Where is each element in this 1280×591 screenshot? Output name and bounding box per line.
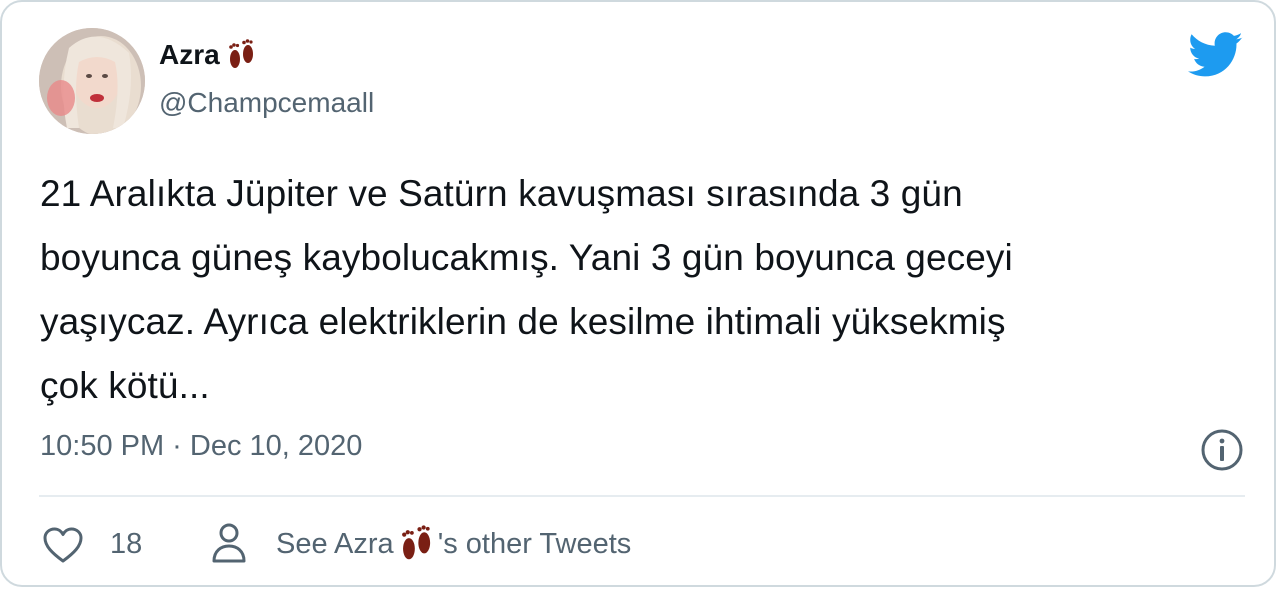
tweet-text-line: çok kötü... bbox=[40, 365, 210, 406]
person-icon[interactable] bbox=[211, 522, 247, 564]
author-name-text: Azra bbox=[159, 39, 220, 70]
tweet-text-line: boyunca güneş kaybolucakmış. Yani 3 gün … bbox=[40, 237, 1013, 278]
info-icon[interactable] bbox=[1200, 428, 1244, 472]
tweet-card: Azra @Champcemaall 21 Aralıkta Jüpiter v… bbox=[0, 0, 1276, 587]
author-display-name[interactable]: Azra bbox=[159, 38, 258, 72]
tweet-text-line: 21 Aralıkta Jüpiter ve Satürn kavuşması … bbox=[40, 173, 963, 214]
footprints-icon bbox=[401, 525, 430, 560]
tweet-text: 21 Aralıkta Jüpiter ve Satürn kavuşması … bbox=[40, 162, 1240, 418]
like-count[interactable]: 18 bbox=[110, 524, 142, 564]
avatar[interactable] bbox=[39, 28, 145, 134]
see-other-tweets-link[interactable]: See Azra 's other Tweets bbox=[276, 524, 631, 564]
footprints-icon bbox=[228, 39, 253, 68]
twitter-bird-icon[interactable] bbox=[1188, 32, 1244, 78]
avatar-image bbox=[39, 28, 145, 134]
divider bbox=[39, 495, 1245, 497]
heart-icon[interactable] bbox=[42, 526, 84, 564]
tweet-text-line: yaşıycaz. Ayrıca elektriklerin de kesilm… bbox=[40, 301, 1006, 342]
see-other-tweets-prefix: See Azra bbox=[276, 528, 394, 560]
tweet-timestamp[interactable]: 10:50 PM · Dec 10, 2020 bbox=[40, 426, 362, 466]
see-other-tweets-suffix: 's other Tweets bbox=[437, 528, 632, 560]
author-handle[interactable]: @Champcemaall bbox=[159, 86, 374, 120]
